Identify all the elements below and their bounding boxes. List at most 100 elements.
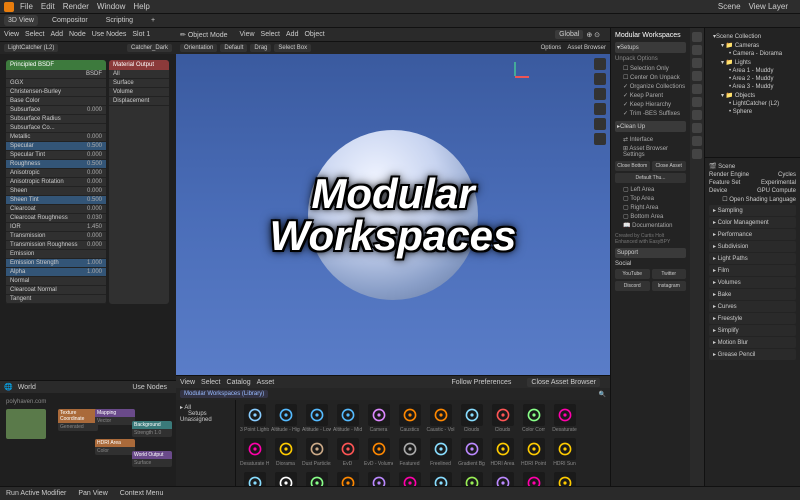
3d-viewport[interactable]: Modular Workspaces: [176, 54, 610, 375]
node-socket[interactable]: Emission: [6, 250, 106, 259]
ab-view[interactable]: View: [180, 379, 195, 386]
asset-item[interactable]: HDRI Point: [519, 438, 548, 470]
area-item[interactable]: ▢ Left Area: [615, 185, 686, 194]
props-section[interactable]: ▸ Bake: [709, 289, 796, 300]
unpack-option[interactable]: Keep Parent: [615, 91, 686, 100]
unpack-option[interactable]: Organize Collections: [615, 82, 686, 91]
asset-item[interactable]: 3 Point Lights: [240, 404, 269, 436]
menu-edit[interactable]: Edit: [41, 2, 55, 11]
world-node[interactable]: HDRI AreaColor: [95, 439, 135, 455]
prop-tab-icon[interactable]: [692, 149, 702, 159]
node-principled-bsdf[interactable]: Principled BSDF BSDF GGXChristensen-Burl…: [6, 60, 106, 304]
outliner-item[interactable]: • LightCatcher (L2): [709, 100, 796, 108]
outliner-item[interactable]: ▾ 📁 Objects: [709, 91, 796, 100]
props-section[interactable]: ▸ Subdivision: [709, 241, 796, 252]
cleanup-header[interactable]: ▸ Clean Up: [615, 121, 686, 132]
vp-icon[interactable]: [594, 103, 606, 115]
menu-help[interactable]: Help: [133, 2, 149, 11]
close-asset-btn[interactable]: Close Asset: [652, 161, 687, 171]
prop-tab-icon[interactable]: [692, 136, 702, 146]
follow-prefs[interactable]: Follow Preferences: [451, 379, 511, 386]
node-socket[interactable]: Displacement: [109, 97, 169, 106]
cat-all[interactable]: ▸ All: [180, 404, 231, 411]
props-section[interactable]: ▸ Light Paths: [709, 253, 796, 264]
asset-item[interactable]: HDRI Area: [488, 438, 517, 470]
tab-compositor[interactable]: Compositor: [48, 15, 92, 26]
search-icon[interactable]: 🔍: [599, 391, 606, 398]
default-thumb-btn[interactable]: Default Thu...: [615, 173, 686, 183]
asset-item[interactable]: Altitude - Mid: [333, 404, 362, 436]
ne-select[interactable]: Select: [25, 31, 44, 38]
library-select[interactable]: Modular Workspaces (Library): [180, 390, 268, 398]
node-socket[interactable]: Subsurface0.000: [6, 106, 106, 115]
vp-icon[interactable]: [594, 73, 606, 85]
we-use-nodes[interactable]: Use Nodes: [132, 384, 167, 391]
render-engine-val[interactable]: Cycles: [778, 172, 796, 178]
unpack-option[interactable]: ☐ Selection Only: [615, 64, 686, 73]
node-material-output[interactable]: Material Output AllSurfaceVolumeDisplace…: [109, 60, 169, 304]
asset-item[interactable]: EvD: [333, 438, 362, 470]
node-socket[interactable]: IOR1.450: [6, 223, 106, 232]
outliner-item[interactable]: • Sphere: [709, 108, 796, 116]
youtube-btn[interactable]: YouTube: [615, 269, 650, 279]
prop-tab-icon[interactable]: [692, 71, 702, 81]
prop-tab-icon[interactable]: [692, 45, 702, 55]
asset-item[interactable]: Freelined: [426, 438, 455, 470]
asset-item[interactable]: Caustics: [395, 404, 424, 436]
vp-icon[interactable]: [594, 118, 606, 130]
close-bottom-btn[interactable]: Close Bottom: [615, 161, 650, 171]
world-node[interactable]: MappingVector: [95, 409, 135, 425]
nav-gizmo[interactable]: [500, 62, 530, 92]
menu-file[interactable]: File: [20, 2, 33, 11]
vp-icon[interactable]: [594, 88, 606, 100]
menu-window[interactable]: Window: [97, 2, 125, 11]
node-socket[interactable]: Anisotropic Rotation0.000: [6, 178, 106, 187]
close-asset-browser-btn[interactable]: Close Asset Browser: [527, 378, 600, 387]
orientation-btn[interactable]: Orientation: [180, 44, 217, 52]
object-field[interactable]: LightCatcher (L2): [4, 44, 58, 52]
node-socket[interactable]: Sheen0.000: [6, 187, 106, 196]
tab-3dview[interactable]: 3D View: [4, 15, 38, 26]
area-item[interactable]: ▢ Bottom Area: [615, 212, 686, 221]
world-node[interactable]: BackgroundStrength 1.0: [132, 421, 172, 437]
outliner-item[interactable]: ▾ 📁 Cameras: [709, 41, 796, 50]
asset-item[interactable]: Altitude - High: [271, 404, 300, 436]
node-socket[interactable]: Normal: [6, 277, 106, 286]
twitter-btn[interactable]: Twitter: [652, 269, 687, 279]
asset-item[interactable]: Diorama: [271, 438, 300, 470]
unpack-option[interactable]: ☐ Center On Unpack: [615, 73, 686, 82]
shader-node-area[interactable]: Principled BSDF BSDF GGXChristensen-Burl…: [0, 54, 176, 380]
vp-object[interactable]: Object: [304, 31, 324, 38]
node-socket[interactable]: Subsurface Co...: [6, 124, 106, 133]
props-section[interactable]: ▸ Motion Blur: [709, 337, 796, 348]
props-section[interactable]: ▸ Color Management: [709, 217, 796, 228]
menu-render[interactable]: Render: [63, 2, 89, 11]
node-socket[interactable]: Clearcoat Roughness0.030: [6, 214, 106, 223]
node-socket[interactable]: Base Color: [6, 97, 106, 106]
asset-item[interactable]: Camera: [364, 404, 393, 436]
outliner-item[interactable]: • Area 2 - Muddy: [709, 75, 796, 83]
drag-btn[interactable]: Drag: [250, 44, 271, 52]
asset-item[interactable]: Desaturate: [550, 404, 579, 436]
we-world[interactable]: World: [18, 384, 36, 391]
asset-item[interactable]: Gradient Bg: [457, 438, 486, 470]
asset-item[interactable]: Featured: [395, 438, 424, 470]
node-socket[interactable]: Transmission0.000: [6, 232, 106, 241]
world-node[interactable]: Texture CoordinateGenerated: [58, 409, 98, 431]
unpack-option[interactable]: Trim -BES Suffixes: [615, 109, 686, 118]
node-socket[interactable]: GGX: [6, 79, 106, 88]
use-nodes-toggle[interactable]: Use Nodes: [92, 31, 127, 38]
node-socket[interactable]: All: [109, 70, 169, 79]
ab-asset[interactable]: Asset: [257, 379, 275, 386]
prop-tab-icon[interactable]: [692, 110, 702, 120]
interface-row[interactable]: ⇄ Interface: [615, 135, 686, 144]
props-section[interactable]: ▸ Freestyle: [709, 313, 796, 324]
abs-row[interactable]: ⊞ Asset Browser Settings: [615, 144, 686, 159]
mode-select[interactable]: ✏ Object Mode: [180, 31, 234, 39]
ab-select[interactable]: Select: [201, 379, 220, 386]
prop-tab-icon[interactable]: [692, 32, 702, 42]
tab-scripting[interactable]: Scripting: [102, 15, 137, 26]
prop-tab-icon[interactable]: [692, 58, 702, 68]
node-socket[interactable]: Anisotropic0.000: [6, 169, 106, 178]
support-header[interactable]: Support: [615, 248, 686, 258]
